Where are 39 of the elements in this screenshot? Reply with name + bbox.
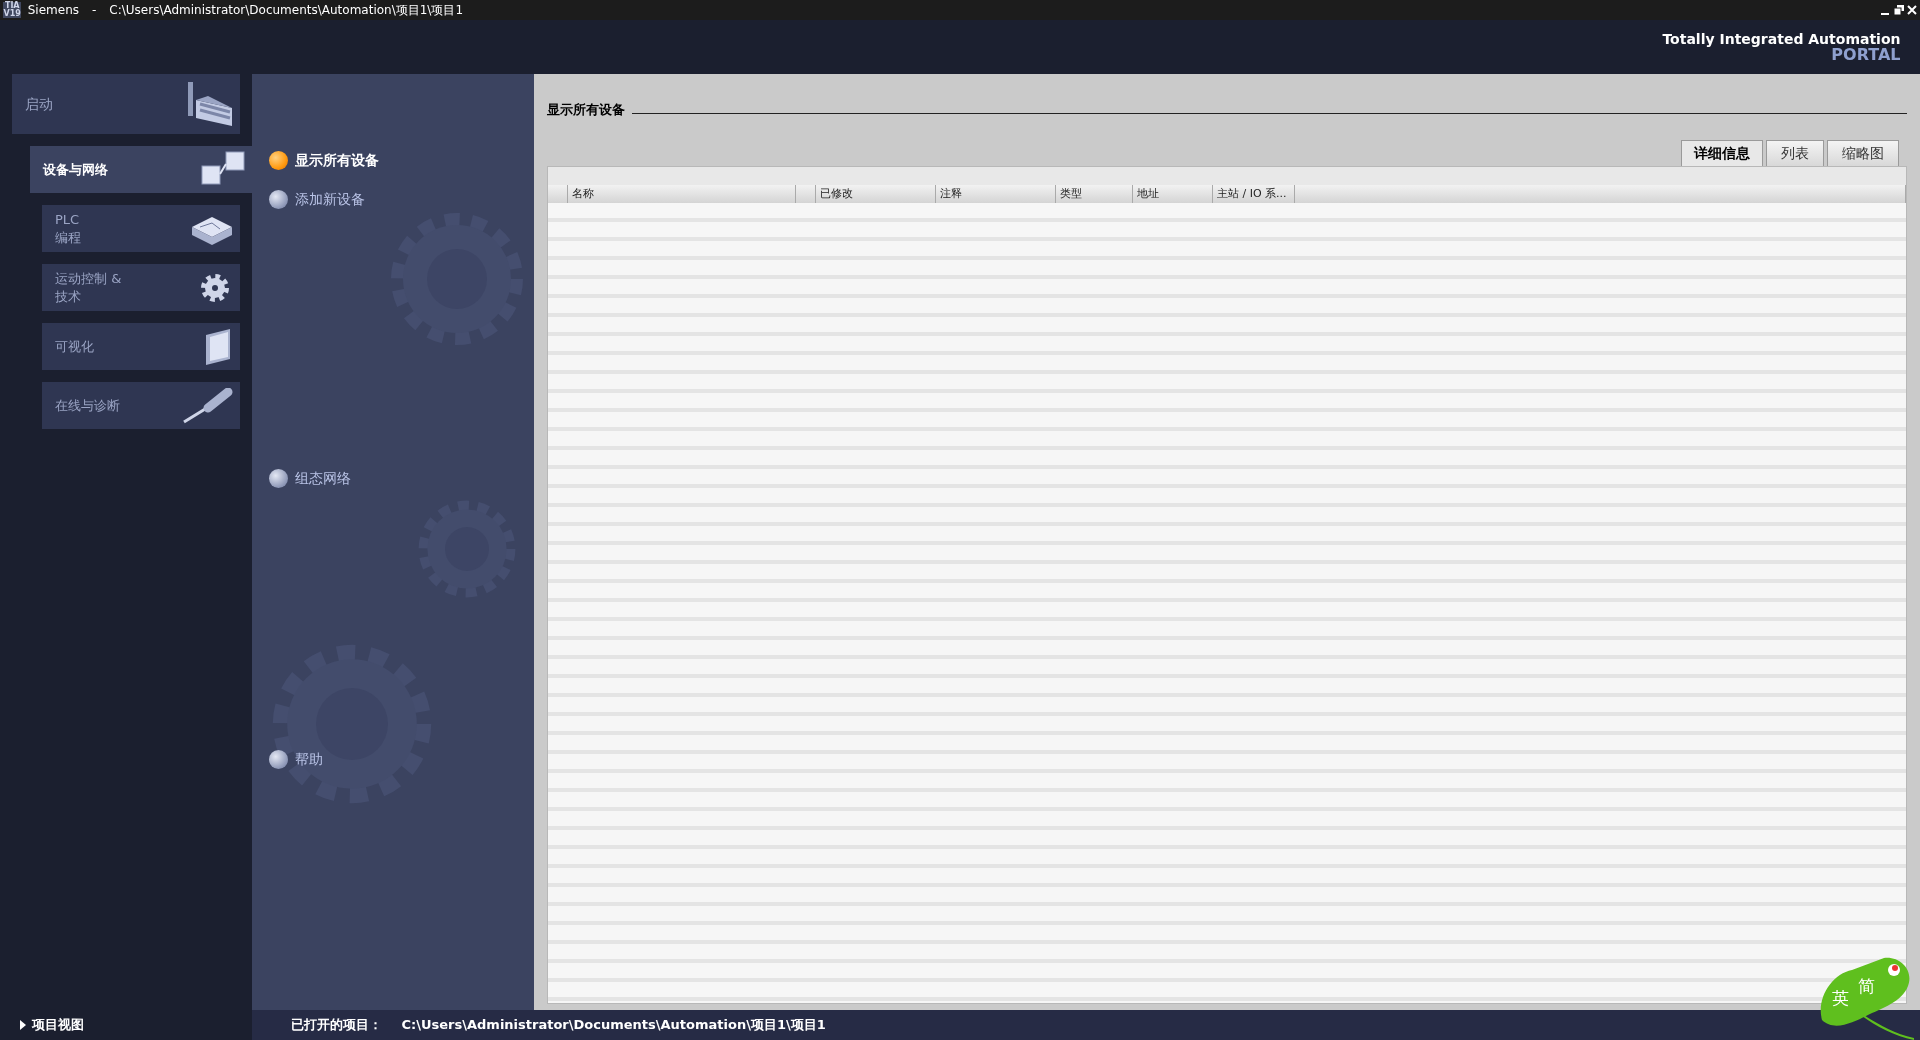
column-header[interactable]: 名称 — [568, 184, 796, 203]
screwdriver-icon — [181, 387, 234, 424]
portal-nav-item[interactable]: 运动控制 & 技术 — [42, 264, 240, 311]
factory-icon — [185, 82, 234, 126]
portal-nav-item[interactable]: 在线与诊断 — [42, 382, 240, 429]
portal-nav-item[interactable]: 可视化 — [42, 323, 240, 370]
bullet-icon — [269, 750, 288, 769]
close-icon[interactable] — [1906, 5, 1917, 15]
view-tab[interactable]: 缩略图 — [1827, 139, 1899, 166]
app-logo-icon: TIA V19 — [3, 2, 22, 18]
column-header[interactable]: 类型 — [1056, 184, 1133, 203]
portal-nav-item[interactable]: 启动 — [12, 74, 240, 134]
expand-arrow-icon — [19, 1020, 26, 1030]
column-header[interactable]: 主站 / IO 系... — [1213, 184, 1295, 203]
ime-mode-text: 简 — [1858, 976, 1875, 996]
action-link[interactable]: 显示所有设备 — [269, 150, 379, 171]
brand-title: Totally Integrated Automation — [1662, 31, 1901, 47]
opened-project-label: 已打开的项目： — [291, 1016, 382, 1035]
section-title: 显示所有设备 — [547, 101, 625, 119]
window-path: C:\Users\Administrator\Documents\Automation\项目1\项目1 — [109, 2, 464, 19]
column-header[interactable]: 地址 — [1133, 184, 1213, 203]
column-header[interactable]: 已修改 — [816, 184, 936, 203]
column-header[interactable]: 注释 — [936, 184, 1056, 203]
brand-portal: PORTAL — [1831, 47, 1901, 63]
action-link[interactable]: 帮助 — [269, 749, 323, 770]
bullet-icon — [269, 469, 288, 488]
action-link[interactable]: 添加新设备 — [269, 189, 365, 210]
bullet-icon — [269, 151, 288, 170]
view-tab[interactable]: 详细信息 — [1680, 139, 1763, 166]
title-separator: - — [91, 2, 98, 19]
bullet-icon — [269, 190, 288, 209]
ime-language-text: 英 — [1832, 988, 1849, 1008]
view-tab[interactable]: 列表 — [1765, 139, 1824, 166]
action-link[interactable]: 组态网络 — [269, 468, 351, 489]
portal-nav-item[interactable]: 设备与网络 — [30, 146, 252, 193]
opened-project-path: C:\Users\Administrator\Documents\Automation\项目1\项目1 — [401, 1016, 826, 1035]
portal-nav-item[interactable]: PLC 编程 — [42, 205, 240, 252]
restore-icon[interactable] — [1893, 5, 1904, 15]
window-title: Siemens — [27, 2, 79, 19]
